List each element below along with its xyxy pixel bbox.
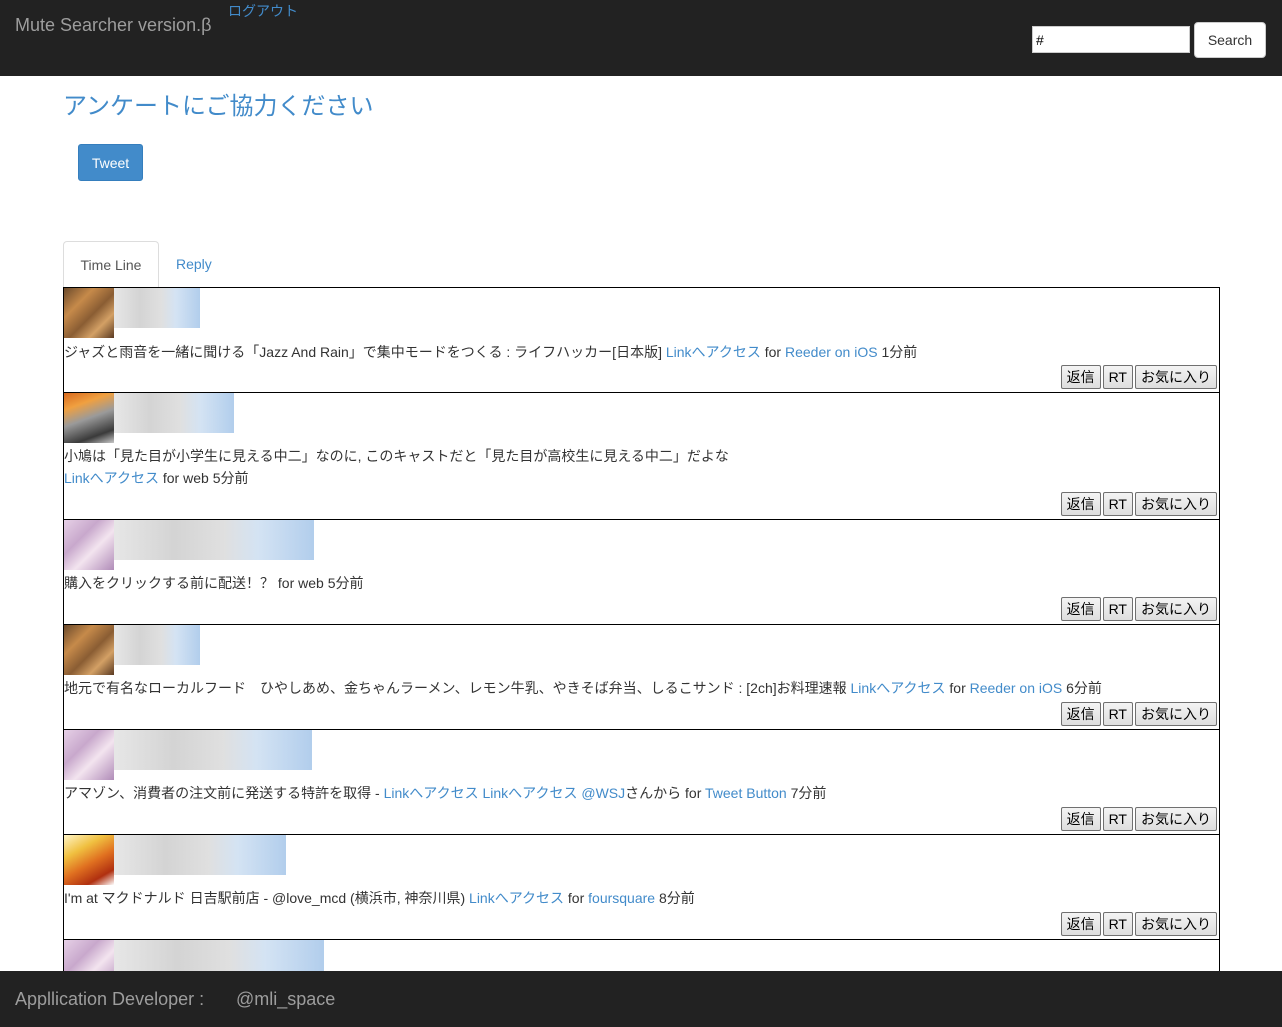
tweet-item: 小鳩は「見た目が小学生に見える中二」なのに, このキャストだと「見た目が高校生に… <box>63 392 1220 520</box>
reply-button[interactable]: 返信 <box>1060 492 1101 516</box>
tweet-timestamp: 6分前 <box>1066 680 1102 696</box>
top-navbar: Mute Searcher version.β ログアウト Search <box>0 0 1282 76</box>
tweet-actions: 返信 RT お気に入り <box>1059 807 1217 831</box>
tweet-text: I'm at マクドナルド 日吉駅前店 - @love_mcd (横浜市, 神奈… <box>64 890 466 906</box>
tweet-actions: 返信 RT お気に入り <box>1059 597 1217 621</box>
tweet-item: I'm at マクドナルド 日吉駅前店 - @love_mcd (横浜市, 神奈… <box>63 834 1220 940</box>
user-name-blurred <box>114 940 324 971</box>
favorite-button[interactable]: お気に入り <box>1135 492 1217 516</box>
tweet-source-link[interactable]: Tweet Button <box>705 785 787 801</box>
survey-link[interactable]: アンケートにご協力ください <box>63 86 374 121</box>
tweet-link[interactable]: Linkへアクセス <box>666 344 761 360</box>
tweet-link[interactable]: Linkへアクセス <box>64 470 159 486</box>
retweet-button[interactable]: RT <box>1102 702 1133 726</box>
tweet-for-label: for <box>162 470 180 486</box>
tweet-body: 小鳩は「見た目が小学生に見える中二」なのに, このキャストだと「見た目が高校生に… <box>64 445 729 489</box>
tweet-text: 地元で有名なローカルフード ひやしあめ、金ちゃんラーメン、レモン牛乳、やきそば弁… <box>64 680 847 696</box>
tweet-actions: 返信 RT お気に入り <box>1059 365 1217 389</box>
retweet-button[interactable]: RT <box>1102 807 1133 831</box>
tweet-item: ジャズと雨音を一緒に聞ける「Jazz And Rain」で集中モードをつくる :… <box>63 287 1220 393</box>
tweet-item: 地元で有名なローカルフード ひやしあめ、金ちゃんラーメン、レモン牛乳、やきそば弁… <box>63 624 1220 730</box>
tweet-body: 地元で有名なローカルフード ひやしあめ、金ちゃんラーメン、レモン牛乳、やきそば弁… <box>64 677 1102 699</box>
user-name-blurred <box>114 520 314 560</box>
avatar[interactable] <box>64 288 114 338</box>
favorite-button[interactable]: お気に入り <box>1135 807 1217 831</box>
tweet-link[interactable]: Linkへアクセス <box>851 680 946 696</box>
tweet-mention-suffix: さんから <box>625 785 682 801</box>
favorite-button[interactable]: お気に入り <box>1135 912 1217 936</box>
reply-button[interactable]: 返信 <box>1060 597 1101 621</box>
tweet-item: 購入をクリックする前に配送！？ for web 5分前 返信 RT お気に入り <box>63 519 1220 625</box>
tweet-for-label: for <box>685 785 702 801</box>
tweet-button[interactable]: Tweet <box>78 144 143 181</box>
footer: Appllication Developer : @mli_space <box>0 971 1282 1027</box>
tweet-timestamp: 7分前 <box>790 785 827 801</box>
user-name-blurred <box>114 835 286 875</box>
tweet-item <box>63 939 1220 971</box>
tweet-actions: 返信 RT お気に入り <box>1059 702 1217 726</box>
tweet-timestamp: 8分前 <box>658 890 695 906</box>
tweet-body: I'm at マクドナルド 日吉駅前店 - @love_mcd (横浜市, 神奈… <box>64 887 695 909</box>
reply-button[interactable]: 返信 <box>1060 807 1101 831</box>
tweet-for-label: for <box>277 575 295 591</box>
avatar[interactable] <box>64 730 114 780</box>
tweet-mention-link[interactable]: @WSJ <box>581 785 625 801</box>
user-name-blurred <box>114 393 234 433</box>
tweet-source-link[interactable]: Reeder on iOS <box>970 680 1063 696</box>
tweet-source-link[interactable]: foursquare <box>588 890 655 906</box>
reply-button[interactable]: 返信 <box>1060 702 1101 726</box>
tweet-source: web <box>298 575 324 591</box>
timeline-tabs: Time Line Reply <box>63 241 1220 288</box>
timeline-list: ジャズと雨音を一緒に聞ける「Jazz And Rain」で集中モードをつくる :… <box>63 287 1220 971</box>
footer-developer-handle: @mli_space <box>236 989 336 1009</box>
tab-time-line[interactable]: Time Line <box>63 241 159 288</box>
avatar[interactable] <box>64 940 114 971</box>
tab-reply[interactable]: Reply <box>176 241 212 288</box>
tweet-body: 購入をクリックする前に配送！？ for web 5分前 <box>64 572 364 594</box>
tweet-actions: 返信 RT お気に入り <box>1059 492 1217 516</box>
favorite-button[interactable]: お気に入り <box>1135 597 1217 621</box>
tweet-text: 購入をクリックする前に配送！？ <box>64 575 274 591</box>
tweet-link[interactable]: Linkへアクセス <box>469 890 564 906</box>
tweet-body: ジャズと雨音を一緒に聞ける「Jazz And Rain」で集中モードをつくる :… <box>64 341 917 363</box>
tweet-link[interactable]: Linkへアクセス <box>384 785 479 801</box>
favorite-button[interactable]: お気に入り <box>1135 365 1217 389</box>
retweet-button[interactable]: RT <box>1102 492 1133 516</box>
footer-developer-label: Appllication Developer : <box>15 989 205 1009</box>
favorite-button[interactable]: お気に入り <box>1135 702 1217 726</box>
tweet-for-label: for <box>764 344 782 360</box>
tweet-for-label: for <box>949 680 966 696</box>
avatar[interactable] <box>64 835 114 885</box>
retweet-button[interactable]: RT <box>1102 912 1133 936</box>
avatar[interactable] <box>64 393 114 443</box>
retweet-button[interactable]: RT <box>1102 365 1133 389</box>
tweet-timestamp: 5分前 <box>327 575 364 591</box>
tweet-body: アマゾン、消費者の注文前に発送する特許を取得 - Linkへアクセス Linkへ… <box>64 782 826 804</box>
tweet-text: アマゾン、消費者の注文前に発送する特許を取得 - <box>64 785 380 801</box>
tweet-link[interactable]: Linkへアクセス <box>482 785 577 801</box>
tweet-source-link[interactable]: Reeder on iOS <box>785 344 878 360</box>
user-name-blurred <box>114 625 200 665</box>
tweet-text: 小鳩は「見た目が小学生に見える中二」なのに, このキャストだと「見た目が高校生に… <box>64 448 729 464</box>
tweet-source: web <box>183 470 209 486</box>
avatar[interactable] <box>64 520 114 570</box>
reply-button[interactable]: 返信 <box>1060 912 1101 936</box>
tweet-for-label: for <box>567 890 585 906</box>
avatar[interactable] <box>64 625 114 675</box>
user-name-blurred <box>114 730 312 770</box>
tweet-timestamp: 5分前 <box>212 470 249 486</box>
user-name-blurred <box>114 288 200 328</box>
app-brand[interactable]: Mute Searcher version.β <box>15 15 211 36</box>
retweet-button[interactable]: RT <box>1102 597 1133 621</box>
logout-link[interactable]: ログアウト <box>228 1 298 21</box>
tweet-timestamp: 1分前 <box>881 344 918 360</box>
search-input[interactable] <box>1032 26 1190 53</box>
tweet-text: ジャズと雨音を一緒に聞ける「Jazz And Rain」で集中モードをつくる :… <box>64 344 662 360</box>
search-button[interactable]: Search <box>1194 22 1266 58</box>
tweet-item: アマゾン、消費者の注文前に発送する特許を取得 - Linkへアクセス Linkへ… <box>63 729 1220 835</box>
tweet-actions: 返信 RT お気に入り <box>1059 912 1217 936</box>
reply-button[interactable]: 返信 <box>1060 365 1101 389</box>
